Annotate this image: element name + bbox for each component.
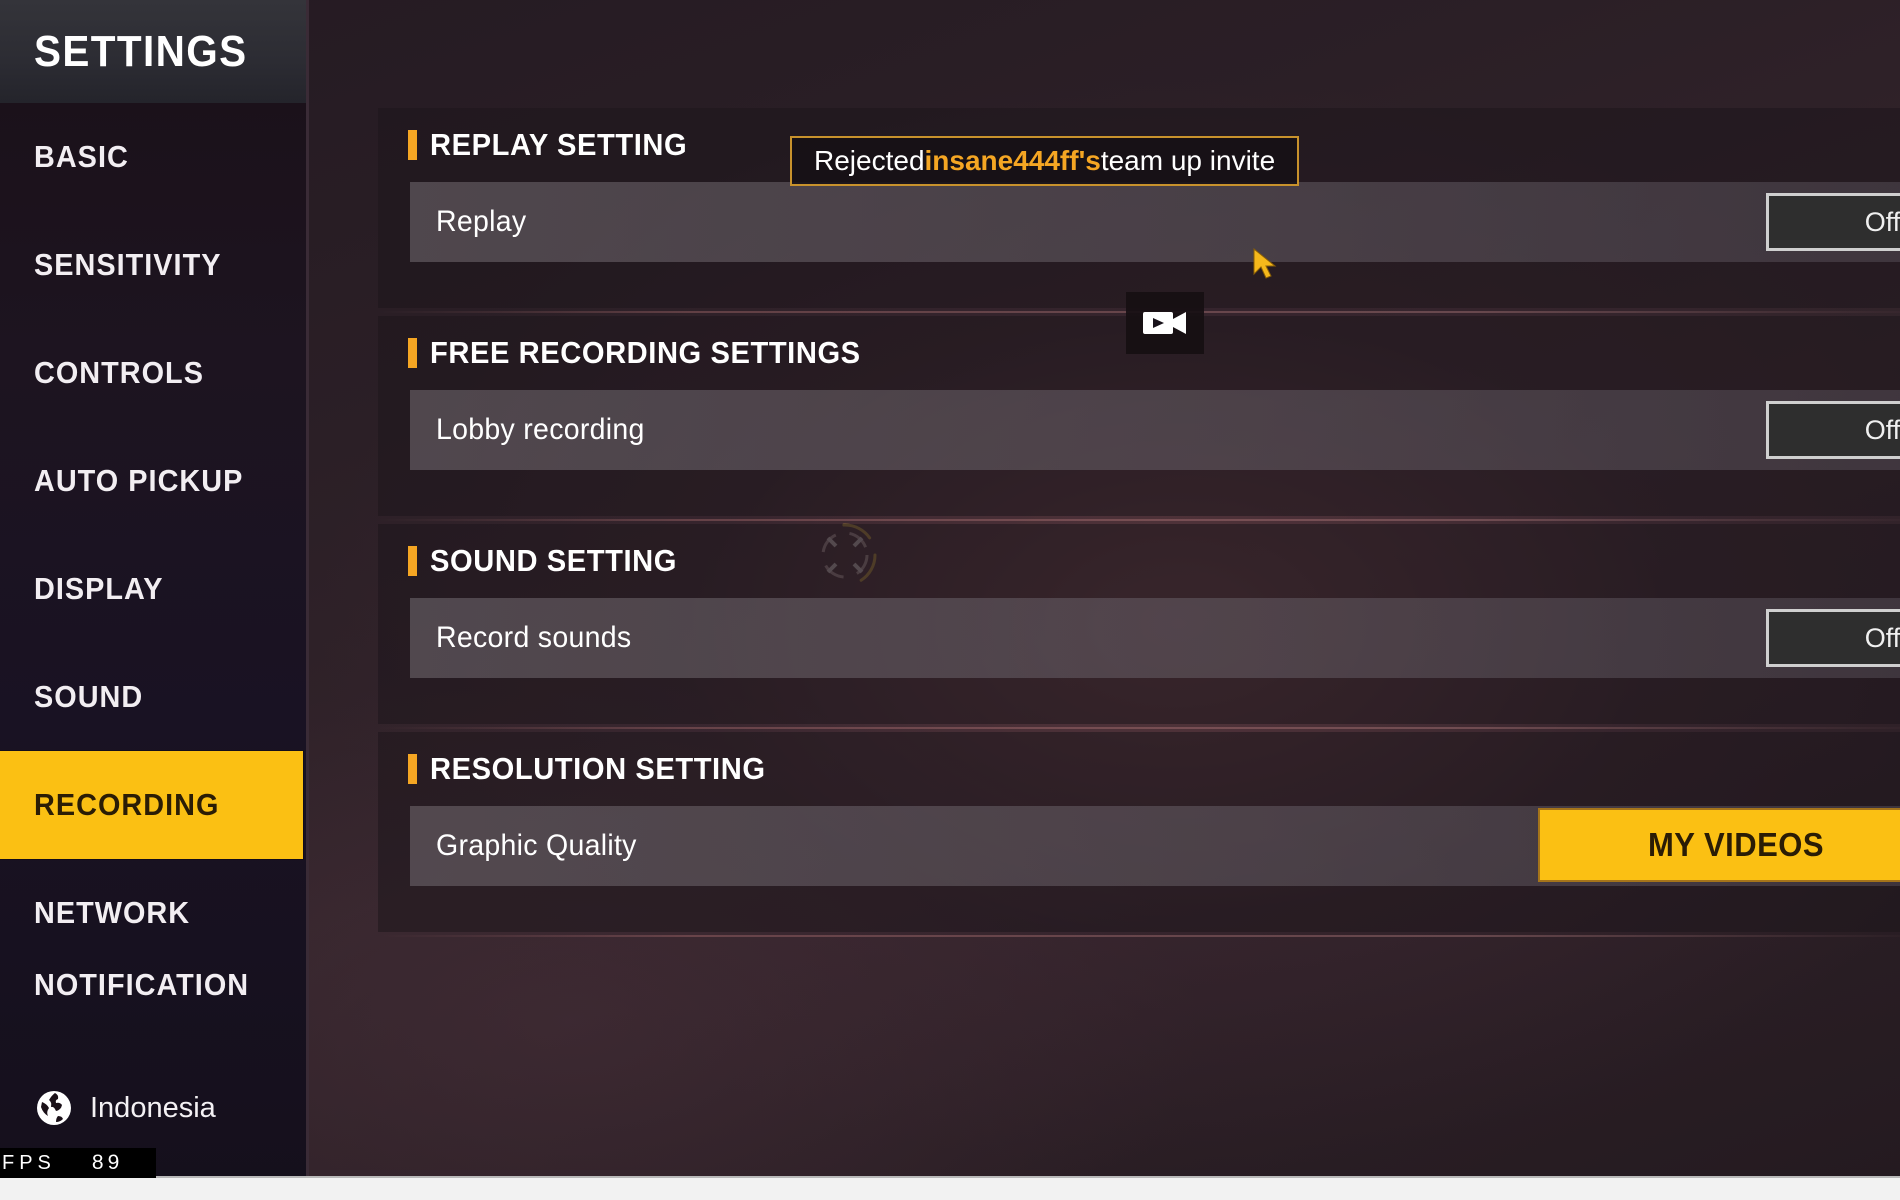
settings-content: REPLAY SETTING Replay Off On FREE RECORD… (378, 108, 1900, 940)
sidebar-item-label: DISPLAY (34, 571, 164, 606)
mouse-cursor-icon (1252, 247, 1278, 282)
page-title: SETTINGS (34, 26, 248, 76)
toggle-option-off[interactable]: Off (1769, 404, 1900, 456)
fps-counter: FPS 89 (0, 1148, 156, 1178)
my-videos-button[interactable]: MY VIDEOS (1538, 808, 1900, 882)
section-title: SOUND SETTING (430, 543, 677, 578)
setting-label: Graphic Quality (436, 829, 637, 862)
section-header: SOUND SETTING (378, 524, 1900, 598)
section-header: RESOLUTION SETTING (378, 732, 1900, 806)
sidebar-item-label: NETWORK (34, 895, 191, 930)
section-sound-setting: SOUND SETTING Record sounds Off On (378, 524, 1900, 729)
toast-notification: Rejected insane444ff's team up invite (790, 136, 1300, 186)
video-camera-icon[interactable] (1126, 292, 1204, 354)
setting-label: Record sounds (436, 621, 632, 654)
toast-username: insane444ff's (924, 145, 1101, 176)
sidebar-item-recording[interactable]: RECORDING (0, 751, 303, 859)
sidebar-item-label: SOUND (34, 679, 144, 714)
bottom-bar (0, 1176, 1900, 1200)
section-accent-bar (408, 130, 417, 160)
sidebar-item-sound[interactable]: SOUND (0, 643, 306, 751)
sidebar-item-sensitivity[interactable]: SENSITIVITY (0, 211, 306, 319)
sidebar-item-network[interactable]: NETWORK (0, 859, 306, 967)
sidebar-item-label: AUTO PICKUP (34, 463, 244, 498)
globe-icon (34, 1088, 74, 1128)
sidebar-item-controls[interactable]: CONTROLS (0, 319, 306, 427)
section-title: REPLAY SETTING (430, 127, 688, 162)
replay-toggle[interactable]: Off On (1766, 193, 1900, 251)
lobby-recording-toggle[interactable]: Off On (1766, 401, 1900, 459)
section-accent-bar (408, 754, 417, 784)
setting-row-record-sounds[interactable]: Record sounds Off On (410, 598, 1900, 678)
record-sounds-toggle[interactable]: Off On (1766, 609, 1900, 667)
section-accent-bar (408, 546, 417, 576)
fps-label: FPS (2, 1151, 56, 1174)
language-label: Indonesia (90, 1091, 216, 1124)
setting-label: Lobby recording (436, 413, 645, 446)
sidebar-item-display[interactable]: DISPLAY (0, 535, 306, 643)
sidebar-item-notification[interactable]: NOTIFICATION (0, 967, 306, 1027)
setting-label: Replay (436, 205, 527, 238)
toast-suffix: team up invite (1100, 145, 1276, 176)
sidebar-header: SETTINGS (0, 0, 306, 103)
setting-row-lobby-recording[interactable]: Lobby recording Off On (410, 390, 1900, 470)
settings-sidebar: SETTINGS BASIC SENSITIVITY CONTROLS AUTO… (0, 0, 309, 1200)
sidebar-item-label: RECORDING (34, 787, 220, 822)
sidebar-item-basic[interactable]: BASIC (0, 103, 306, 211)
toggle-option-off[interactable]: Off (1769, 196, 1900, 248)
section-title: FREE RECORDING SETTINGS (430, 335, 861, 370)
toast-prefix: Rejected (814, 145, 925, 176)
sidebar-item-auto-pickup[interactable]: AUTO PICKUP (0, 427, 306, 535)
sidebar-menu: BASIC SENSITIVITY CONTROLS AUTO PICKUP D… (0, 103, 306, 1027)
sidebar-item-label: SENSITIVITY (34, 247, 222, 282)
sidebar-item-label: NOTIFICATION (34, 967, 250, 1002)
game-settings-screen: SETTINGS BASIC SENSITIVITY CONTROLS AUTO… (0, 0, 1900, 1200)
setting-row-replay[interactable]: Replay Off On (410, 182, 1900, 262)
language-selector[interactable]: Indonesia (34, 1088, 216, 1128)
section-title: RESOLUTION SETTING (430, 751, 766, 786)
sidebar-item-label: BASIC (34, 139, 129, 174)
fps-value: 89 (91, 1151, 124, 1174)
my-videos-label: MY VIDEOS (1648, 826, 1825, 863)
toggle-option-off[interactable]: Off (1769, 612, 1900, 664)
sidebar-item-label: CONTROLS (34, 355, 204, 390)
section-accent-bar (408, 338, 417, 368)
